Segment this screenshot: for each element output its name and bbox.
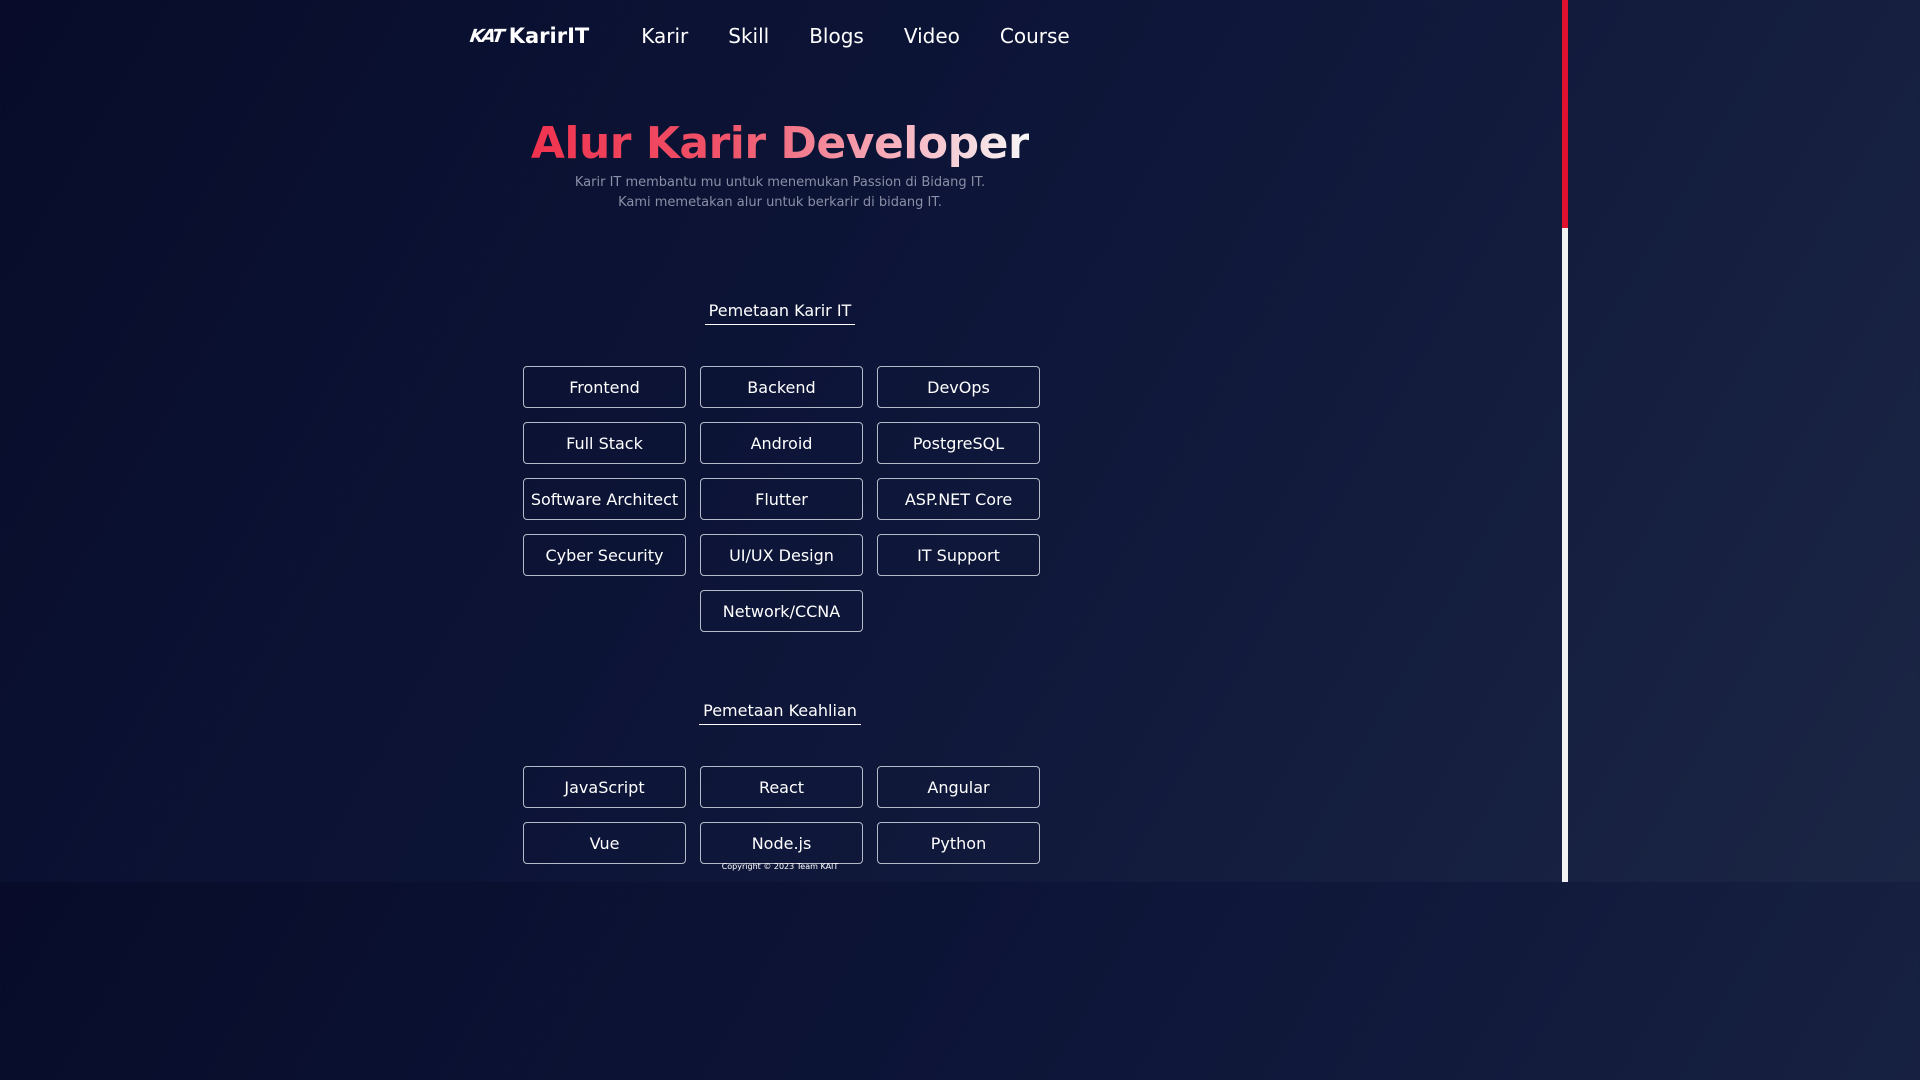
career-button-frontend[interactable]: Frontend bbox=[523, 366, 686, 408]
career-section-heading: Pemetaan Karir IT bbox=[0, 301, 1560, 325]
career-button-devops[interactable]: DevOps bbox=[877, 366, 1040, 408]
skill-button-javascript[interactable]: JavaScript bbox=[523, 766, 686, 808]
nav-link-video[interactable]: Video bbox=[904, 24, 960, 48]
brand[interactable]: KAT KarirIT bbox=[468, 24, 590, 48]
career-button-android[interactable]: Android bbox=[700, 422, 863, 464]
career-button-flutter[interactable]: Flutter bbox=[700, 478, 863, 520]
career-button-backend[interactable]: Backend bbox=[700, 366, 863, 408]
career-button-aspnet-core[interactable]: ASP.NET Core bbox=[877, 478, 1040, 520]
page-title: Alur Karir Developer bbox=[530, 118, 1030, 169]
career-button-it-support[interactable]: IT Support bbox=[877, 534, 1040, 576]
skill-button-vue[interactable]: Vue bbox=[523, 822, 686, 864]
hero: Alur Karir Developer Karir IT membantu m… bbox=[0, 118, 1560, 213]
career-section-title: Pemetaan Karir IT bbox=[704, 301, 856, 325]
skill-button-react[interactable]: React bbox=[700, 766, 863, 808]
career-grid: Frontend Backend DevOps Full Stack Andro… bbox=[523, 366, 1040, 632]
career-button-network-ccna[interactable]: Network/CCNA bbox=[700, 590, 863, 632]
skill-button-nodejs[interactable]: Node.js bbox=[700, 822, 863, 864]
nav-link-skill[interactable]: Skill bbox=[728, 24, 769, 48]
nav-link-blogs[interactable]: Blogs bbox=[809, 24, 864, 48]
career-button-postgresql[interactable]: PostgreSQL bbox=[877, 422, 1040, 464]
career-button-cyber-security[interactable]: Cyber Security bbox=[523, 534, 686, 576]
skill-section-heading: Pemetaan Keahlian bbox=[0, 701, 1560, 725]
kait-logo-icon: KAT bbox=[468, 25, 505, 47]
hero-subtitle-line-1: Karir IT membantu mu untuk menemukan Pas… bbox=[574, 175, 986, 190]
career-button-uiux-design[interactable]: UI/UX Design bbox=[700, 534, 863, 576]
skill-button-angular[interactable]: Angular bbox=[877, 766, 1040, 808]
skill-button-python[interactable]: Python bbox=[877, 822, 1040, 864]
hero-subtitle: Karir IT membantu mu untuk menemukan Pas… bbox=[0, 173, 1560, 213]
skill-section-title: Pemetaan Keahlian bbox=[699, 701, 861, 725]
hero-subtitle-line-2: Kami memetakan alur untuk berkarir di bi… bbox=[618, 195, 942, 210]
career-button-software-architect[interactable]: Software Architect bbox=[523, 478, 686, 520]
career-button-full-stack[interactable]: Full Stack bbox=[523, 422, 686, 464]
footer-copyright: Copyright © 2023 Team KAIT bbox=[721, 862, 839, 871]
brand-name: KarirIT bbox=[508, 24, 590, 48]
scrollbar-thumb[interactable] bbox=[1562, 0, 1568, 228]
skill-grid: JavaScript React Angular Vue Node.js Pyt… bbox=[523, 766, 1040, 864]
nav-link-course[interactable]: Course bbox=[1000, 24, 1070, 48]
nav-link-karir[interactable]: Karir bbox=[641, 24, 688, 48]
top-nav: KAT KarirIT Karir Skill Blogs Video Cour… bbox=[0, 24, 1560, 48]
